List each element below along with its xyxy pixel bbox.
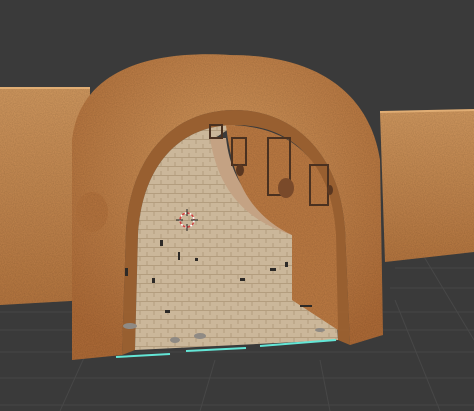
3d-viewport[interactable] xyxy=(0,0,474,411)
viewport-canvas[interactable] xyxy=(0,0,474,411)
